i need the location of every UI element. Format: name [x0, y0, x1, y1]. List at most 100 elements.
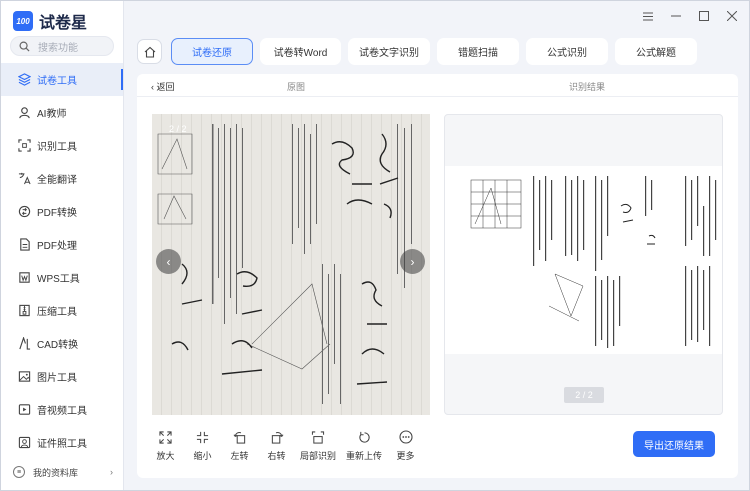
cad-icon — [17, 337, 31, 351]
sidebar-item-label: 全能翻译 — [37, 175, 77, 186]
tab-exam-restore[interactable]: 试卷还原 — [171, 38, 253, 65]
original-image: 2 / 2 ‹ › — [152, 114, 430, 415]
more-button[interactable]: 更多 — [387, 429, 424, 462]
crop-icon — [311, 429, 325, 445]
rotate-right-icon — [270, 429, 284, 445]
tab-exam-text-ocr[interactable]: 试卷文字识别 — [348, 38, 430, 65]
tool-label: 右转 — [267, 451, 286, 461]
sidebar-nav: 试卷工具 AI教师 识别工具 全能翻译 PDF转换 PDF处理 WPS工具 压缩… — [1, 63, 123, 459]
sidebar-item-label: PDF处理 — [37, 241, 77, 252]
search-placeholder: 搜索功能 — [38, 42, 78, 54]
menu-icon[interactable] — [643, 11, 653, 21]
rotate-left-icon — [233, 429, 247, 445]
chevron-right-icon: › — [110, 467, 113, 477]
back-label: 返回 — [156, 82, 175, 92]
image-toolbar: 放大 缩小 左转 右转 局部识别 重新上传 更多 — [147, 429, 424, 462]
library-icon: ≡ — [13, 466, 25, 478]
sidebar-item-cad-convert[interactable]: CAD转换 — [1, 327, 123, 360]
sidebar-item-label: 证件照工具 — [37, 439, 87, 450]
id-photo-icon — [17, 436, 31, 450]
sidebar-item-ai-teacher[interactable]: AI教师 — [1, 96, 123, 129]
home-icon — [144, 46, 155, 58]
my-library-button[interactable]: ≡ 我的资料库 › — [7, 462, 117, 482]
sidebar-item-image-tools[interactable]: 图片工具 — [1, 360, 123, 393]
tab-exam-to-word[interactable]: 试卷转Word — [260, 38, 341, 65]
exam-photo-content — [157, 124, 412, 404]
tool-label: 更多 — [396, 451, 415, 461]
next-page-button[interactable]: › — [400, 249, 425, 274]
maximize-icon[interactable] — [699, 11, 709, 21]
search-icon — [19, 41, 30, 52]
sidebar-item-id-photo-tools[interactable]: 证件照工具 — [1, 426, 123, 459]
sidebar: 100 试卷星 搜索功能 试卷工具 AI教师 识别工具 全能翻译 PDF转换 P… — [1, 1, 124, 490]
sidebar-item-label: PDF转换 — [37, 208, 77, 219]
wps-icon — [17, 271, 31, 285]
tool-label: 放大 — [156, 451, 175, 461]
sidebar-item-label: CAD转换 — [37, 340, 79, 351]
sidebar-item-wps-tools[interactable]: WPS工具 — [1, 261, 123, 294]
sidebar-item-label: 压缩工具 — [37, 307, 77, 318]
sidebar-item-label: 试卷工具 — [37, 76, 77, 87]
reupload-icon — [358, 429, 371, 445]
tool-label: 缩小 — [193, 451, 212, 461]
sidebar-item-av-tools[interactable]: 音视频工具 — [1, 393, 123, 426]
more-icon — [398, 429, 413, 445]
tool-tabs: 试卷还原 试卷转Word 试卷文字识别 错题扫描 公式识别 公式解题 — [137, 38, 704, 65]
tab-formula-solve[interactable]: 公式解题 — [615, 38, 697, 65]
result-label: 识别结果 — [569, 82, 606, 92]
original-page-indicator: 2 / 2 — [169, 124, 187, 134]
rotate-left-button[interactable]: 左转 — [221, 429, 258, 462]
result-page-indicator: 2 / 2 — [564, 387, 604, 403]
sidebar-item-label: 识别工具 — [37, 142, 77, 153]
sidebar-item-label: WPS工具 — [37, 274, 80, 285]
scan-icon — [17, 139, 31, 153]
search-input[interactable]: 搜索功能 — [10, 36, 114, 56]
minimize-icon[interactable] — [671, 11, 681, 21]
layers-icon — [17, 73, 31, 87]
back-button[interactable]: ‹ 返回 — [151, 80, 175, 93]
sidebar-item-exam-tools[interactable]: 试卷工具 — [1, 63, 123, 96]
export-result-button[interactable]: 导出还原结果 — [633, 431, 715, 457]
tab-mistake-scan[interactable]: 错题扫描 — [437, 38, 519, 65]
sidebar-item-recognition-tools[interactable]: 识别工具 — [1, 129, 123, 162]
chevron-right-icon: › — [410, 254, 415, 269]
window-controls — [643, 11, 737, 21]
sidebar-item-pdf-convert[interactable]: PDF转换 — [1, 195, 123, 228]
tool-label: 左转 — [230, 451, 249, 461]
library-label: 我的资料库 — [33, 467, 79, 478]
main-panel: ‹ 返回 原图 识别结果 2 / 2 ‹ › 2 / 2 放大 缩小 左转 右转… — [137, 74, 738, 478]
reupload-button[interactable]: 重新上传 — [341, 429, 387, 462]
zoom-out-icon — [196, 429, 209, 445]
teacher-icon — [17, 106, 31, 120]
translate-icon — [17, 172, 31, 186]
logo-icon: 100 — [13, 11, 33, 31]
close-icon[interactable] — [727, 11, 737, 21]
panel-header: ‹ 返回 原图 识别结果 — [137, 74, 738, 97]
zoom-in-button[interactable]: 放大 — [147, 429, 184, 462]
tool-label: 局部识别 — [299, 451, 336, 461]
sidebar-item-label: 图片工具 — [37, 373, 77, 384]
restored-exam-content — [470, 176, 717, 348]
sidebar-item-compress-tools[interactable]: 压缩工具 — [1, 294, 123, 327]
sidebar-item-label: 音视频工具 — [37, 406, 87, 417]
sidebar-item-pdf-process[interactable]: PDF处理 — [1, 228, 123, 261]
app-title: 试卷星 — [39, 15, 88, 32]
rotate-right-button[interactable]: 右转 — [258, 429, 295, 462]
app-logo: 100 试卷星 — [13, 9, 87, 33]
app-window: 100 试卷星 搜索功能 试卷工具 AI教师 识别工具 全能翻译 PDF转换 P… — [0, 0, 750, 491]
result-page — [445, 166, 722, 354]
pdf-file-icon — [17, 238, 31, 252]
zoom-in-icon — [159, 429, 172, 445]
sidebar-item-label: AI教师 — [37, 109, 67, 120]
video-icon — [17, 403, 31, 417]
pdf-convert-icon — [17, 205, 31, 219]
compress-icon — [17, 304, 31, 318]
result-preview: 2 / 2 — [444, 114, 723, 415]
prev-page-button[interactable]: ‹ — [156, 249, 181, 274]
zoom-out-button[interactable]: 缩小 — [184, 429, 221, 462]
tool-label: 重新上传 — [345, 451, 382, 461]
home-button[interactable] — [137, 39, 162, 64]
sidebar-item-translate[interactable]: 全能翻译 — [1, 162, 123, 195]
partial-ocr-button[interactable]: 局部识别 — [295, 429, 341, 462]
tab-formula-ocr[interactable]: 公式识别 — [526, 38, 608, 65]
